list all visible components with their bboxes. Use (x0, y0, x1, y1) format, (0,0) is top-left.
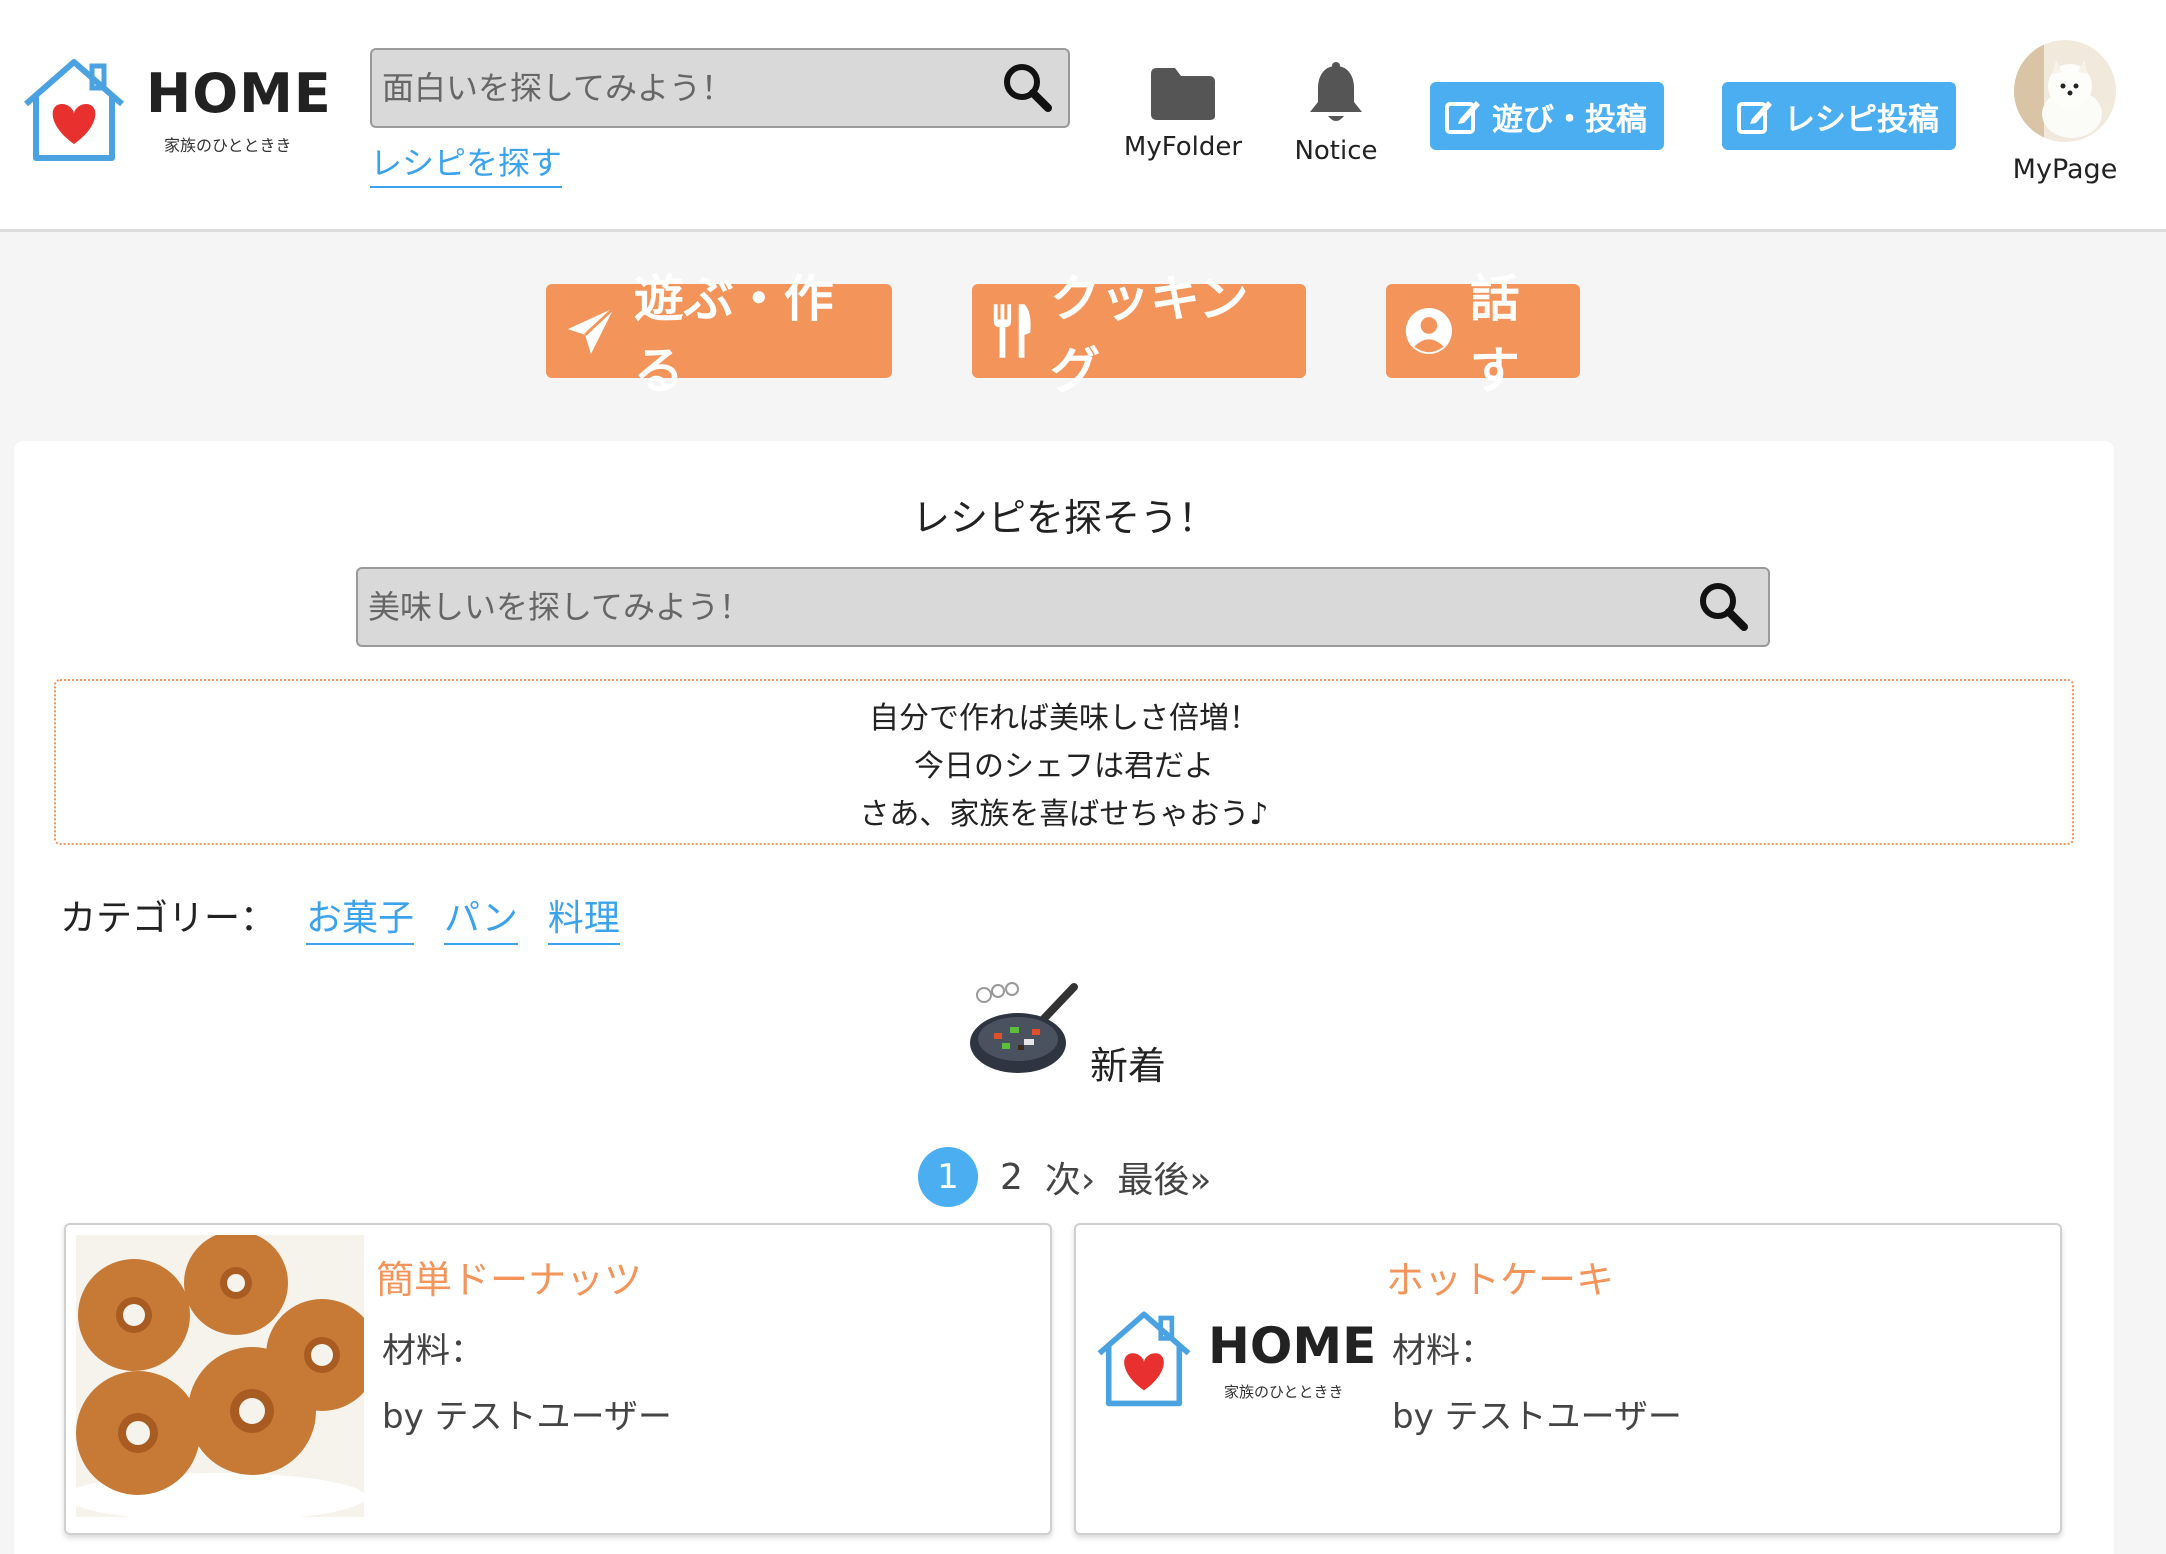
search-icon[interactable] (998, 58, 1058, 118)
mypage-label: MyPage (2012, 154, 2118, 185)
new-arrivals-heading: 新着 (964, 981, 1194, 1091)
post-recipe-label: レシピ投稿 (1784, 101, 1939, 138)
nav-talk-label: 話す (1469, 270, 1520, 400)
new-arrivals-label: 新着 (1090, 1044, 1167, 1088)
nav-talk-button[interactable]: 話す (1386, 270, 1580, 400)
category-cooking-link[interactable]: 料理 (547, 889, 620, 945)
edit-icon (1445, 101, 1480, 134)
nav-play-make-label: 遊ぶ・作る (633, 270, 834, 400)
recipe-title[interactable]: ホットケーキ (1386, 1249, 1614, 1304)
post-play-label: 遊び・投稿 (1492, 101, 1647, 138)
notice-button[interactable]: Notice (1286, 62, 1386, 166)
mypage-button[interactable]: MyPage (2010, 40, 2120, 185)
recipe-placeholder-logo: HOME 家族のひとときき (1086, 1305, 1376, 1425)
bell-icon (1310, 62, 1362, 121)
post-play-button[interactable]: 遊び・投稿 (1430, 82, 1664, 150)
nav-cooking-label: クッキング (1050, 270, 1249, 400)
category-sweets-link[interactable]: お菓子 (306, 889, 415, 945)
next-page-link[interactable]: 次› (1045, 1151, 1095, 1203)
avatar (2014, 40, 2116, 142)
recipe-author: by テストユーザー (382, 1397, 672, 1437)
logo-subtitle: 家族のひとときき (1224, 1383, 1344, 1401)
page-title: レシピを探そう！ (911, 496, 1216, 540)
find-recipe-link[interactable]: レシピを探す (370, 138, 563, 188)
recipe-title[interactable]: 簡単ドーナッツ (376, 1249, 642, 1304)
site-header: HOME 家族のひとときき レシピを探す MyFolder Notice 遊び・… (0, 0, 2166, 232)
recipe-author: by テストユーザー (1392, 1397, 1682, 1437)
search-icon[interactable] (1694, 577, 1754, 637)
category-bread-link[interactable]: パン (444, 889, 518, 945)
recipe-search-panel: レシピを探そう！ 自分で作れば美味しさ倍増！ 今日のシェフは君だよ さあ、家族を… (14, 441, 2114, 1554)
logo-subtitle: 家族のひとときき (164, 136, 292, 155)
myfolder-button[interactable]: MyFolder (1120, 66, 1246, 162)
pagination: 1 2 次› 最後» (918, 1147, 1211, 1207)
nav-cooking-button[interactable]: クッキング (972, 270, 1306, 400)
header-search-input[interactable] (382, 50, 982, 126)
nav-play-make-button[interactable]: 遊ぶ・作る (546, 270, 892, 400)
user-circle-icon (1405, 307, 1452, 355)
folder-icon (1151, 68, 1215, 120)
recipe-search-input[interactable] (368, 569, 1668, 645)
house-heart-icon (1097, 1311, 1191, 1407)
utensils-icon (993, 304, 1031, 358)
recipe-card[interactable]: 簡単ドーナッツ 材料： by テストユーザー (64, 1223, 1052, 1535)
header-search-bar (370, 48, 1070, 128)
category-label: カテゴリー： (60, 898, 277, 939)
frying-pan-icon (970, 982, 1078, 1073)
page-2-link[interactable]: 2 (1000, 1157, 1023, 1198)
last-page-link[interactable]: 最後» (1117, 1151, 1211, 1203)
message-line: 自分で作れば美味しさ倍増！ (869, 701, 1259, 736)
house-heart-icon (24, 59, 124, 161)
message-box: 自分で作れば美味しさ倍増！ 今日のシェフは君だよ さあ、家族を喜ばせちゃおう♪ (54, 679, 2074, 845)
myfolder-label: MyFolder (1123, 132, 1243, 162)
recipe-ingredients: 材料： (382, 1331, 484, 1371)
logo-title: HOME (146, 62, 332, 125)
paper-plane-icon (567, 306, 615, 355)
logo-title: HOME (1208, 1317, 1376, 1375)
notice-label: Notice (1294, 136, 1378, 166)
category-filter: カテゴリー： お菓子 パン 料理 (60, 889, 620, 945)
site-logo[interactable]: HOME 家族のひとときき (18, 52, 331, 172)
post-recipe-button[interactable]: レシピ投稿 (1722, 82, 1956, 150)
edit-icon (1737, 101, 1772, 134)
message-line: さあ、家族を喜ばせちゃおう♪ (859, 797, 1269, 832)
recipe-search-bar (356, 567, 1770, 647)
message-line: 今日のシェフは君だよ (914, 749, 1214, 784)
recipe-ingredients: 材料： (1392, 1331, 1494, 1371)
page-1-current[interactable]: 1 (918, 1147, 978, 1207)
donut-photo (76, 1235, 364, 1517)
recipe-card[interactable]: HOME 家族のひとときき ホットケーキ 材料： by テストユーザー (1074, 1223, 2062, 1535)
